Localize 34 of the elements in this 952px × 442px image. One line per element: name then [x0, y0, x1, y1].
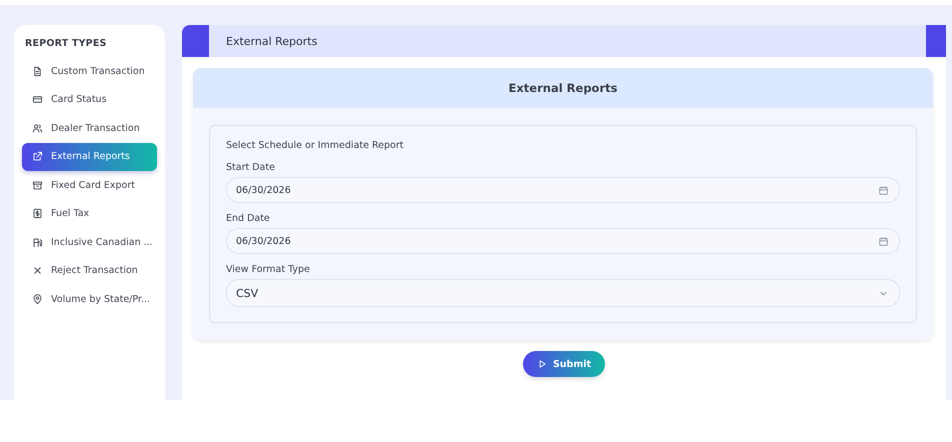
calendar-icon[interactable] [878, 184, 889, 196]
play-icon [536, 359, 547, 369]
format-dropdown[interactable]: CSV [226, 279, 900, 307]
header-title: External Reports [225, 34, 318, 48]
submit-button[interactable]: Submit [522, 351, 606, 377]
sidebar-item[interactable]: External Reports [22, 142, 157, 171]
sidebar-item[interactable]: Volume by State/Pr... [22, 285, 157, 314]
calendar-icon[interactable] [878, 236, 889, 246]
date-field[interactable]: 06/30/2026 [226, 177, 900, 203]
sidebar-item[interactable]: Inclusive Canadian ... [22, 228, 157, 256]
card-icon [32, 94, 43, 106]
date-field[interactable]: 06/30/2026 [226, 228, 900, 254]
sidebar-item[interactable]: Fixed Card Export [22, 171, 157, 200]
field-label: Start Date [226, 162, 276, 173]
sidebar-item[interactable]: Reject Transaction [22, 256, 157, 285]
external-link-icon [32, 151, 43, 162]
form-intro: Select Schedule or Immediate Report [226, 140, 404, 151]
panel-title: External Reports [508, 81, 618, 95]
receipt-icon [32, 208, 43, 220]
header-accent [926, 25, 946, 57]
archive-icon [32, 180, 43, 191]
sidebar-item[interactable]: Custom Transaction [22, 57, 157, 86]
users-icon [32, 122, 43, 134]
sidebar-item[interactable]: Dealer Transaction [22, 114, 157, 142]
sidebar-item[interactable]: Fuel Tax [22, 200, 157, 228]
document-icon [32, 66, 43, 77]
field-label: View Format Type [226, 264, 311, 275]
close-icon [32, 265, 43, 276]
header-accent [182, 25, 209, 57]
fuel-pump-icon [32, 236, 43, 248]
sidebar-heading: REPORT TYPES [24, 38, 108, 51]
location-pin-icon [32, 294, 43, 305]
sidebar-item[interactable]: Card Status [22, 86, 157, 114]
field-label: End Date [226, 213, 271, 224]
